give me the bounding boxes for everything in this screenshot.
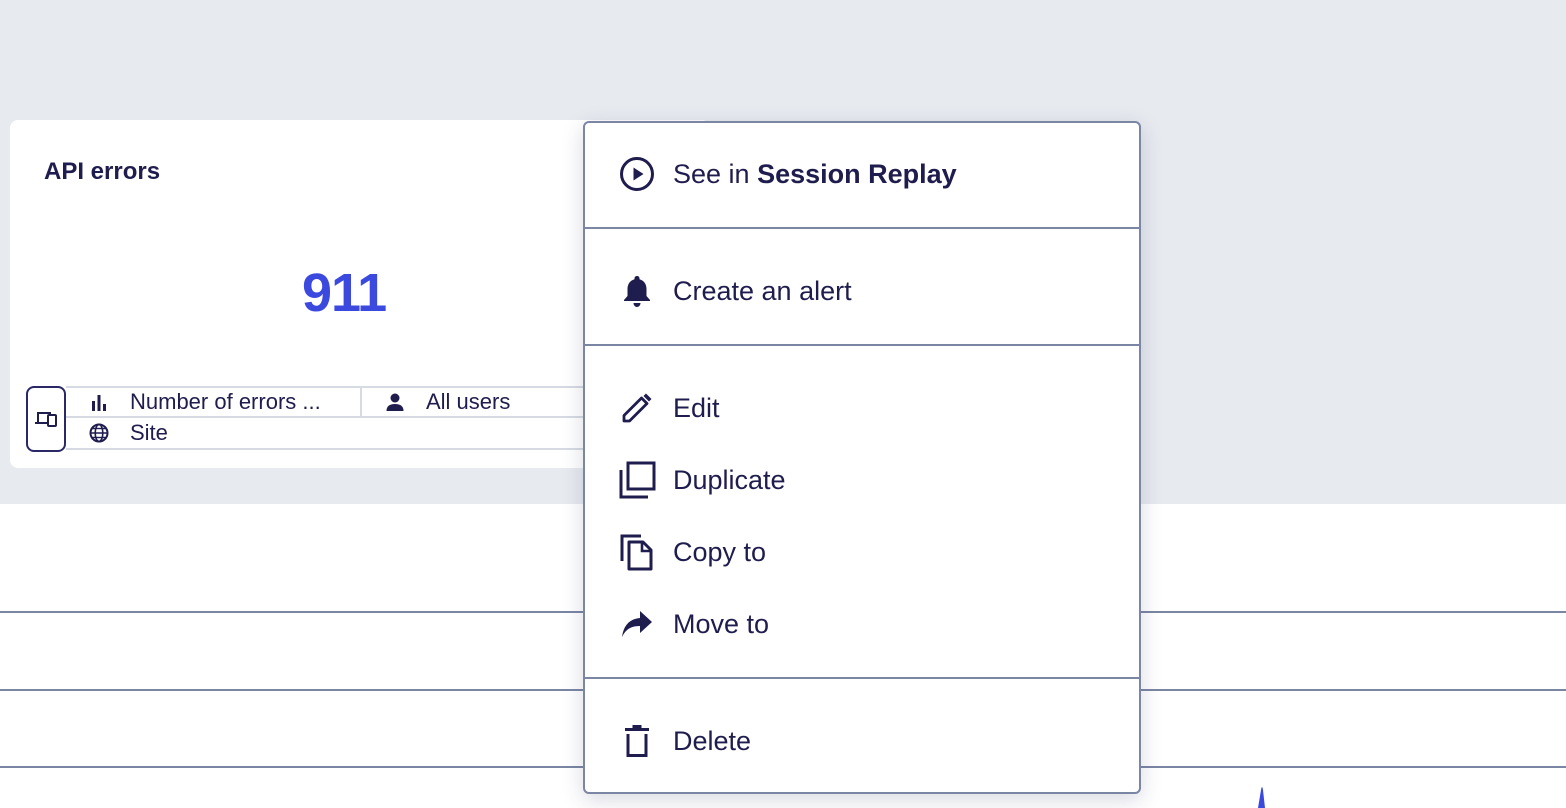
menu-divider <box>585 344 1139 346</box>
duplicate-item[interactable]: Duplicate <box>585 450 1139 510</box>
delete-item[interactable]: Delete <box>585 711 1139 771</box>
pencil-icon <box>617 388 657 428</box>
scope-label: Site <box>130 420 168 445</box>
copy-to-item[interactable]: Copy to <box>585 522 1139 582</box>
menu-divider <box>585 227 1139 229</box>
share-arrow-icon <box>617 604 657 644</box>
scope-cell: Site <box>66 418 168 448</box>
copy-icon <box>617 532 657 572</box>
kpi-value: 911 <box>302 263 387 323</box>
trash-icon <box>617 721 657 761</box>
devices-icon <box>26 386 66 452</box>
copy-to-label: Copy to <box>673 536 767 567</box>
audience-cell: All users <box>362 388 602 416</box>
session-replay-label: See in Session Replay <box>673 158 957 189</box>
create-alert-item[interactable]: Create an alert <box>585 261 1139 321</box>
play-circle-icon <box>617 154 657 194</box>
duplicate-icon <box>617 460 657 500</box>
edit-label: Edit <box>673 392 720 423</box>
bar-chart-icon <box>88 391 110 413</box>
create-alert-label: Create an alert <box>673 275 852 306</box>
delete-label: Delete <box>673 725 752 756</box>
duplicate-label: Duplicate <box>673 464 786 495</box>
user-icon <box>384 391 406 413</box>
edit-item[interactable]: Edit <box>585 378 1139 438</box>
metric-cell: Number of errors ... <box>66 388 362 416</box>
tile-title: API errors <box>44 158 161 185</box>
move-to-item[interactable]: Move to <box>585 594 1139 654</box>
bell-icon <box>617 271 657 311</box>
globe-icon <box>88 422 110 444</box>
metric-label: Number of errors ... <box>130 389 321 414</box>
see-in-session-replay-item[interactable]: See in Session Replay <box>585 144 1139 204</box>
move-to-label: Move to <box>673 608 770 639</box>
menu-divider <box>585 677 1139 679</box>
chart-spike <box>1258 787 1265 808</box>
tile-context-menu: See in Session Replay Create an alert Ed… <box>583 121 1141 794</box>
audience-label: All users <box>426 389 511 414</box>
